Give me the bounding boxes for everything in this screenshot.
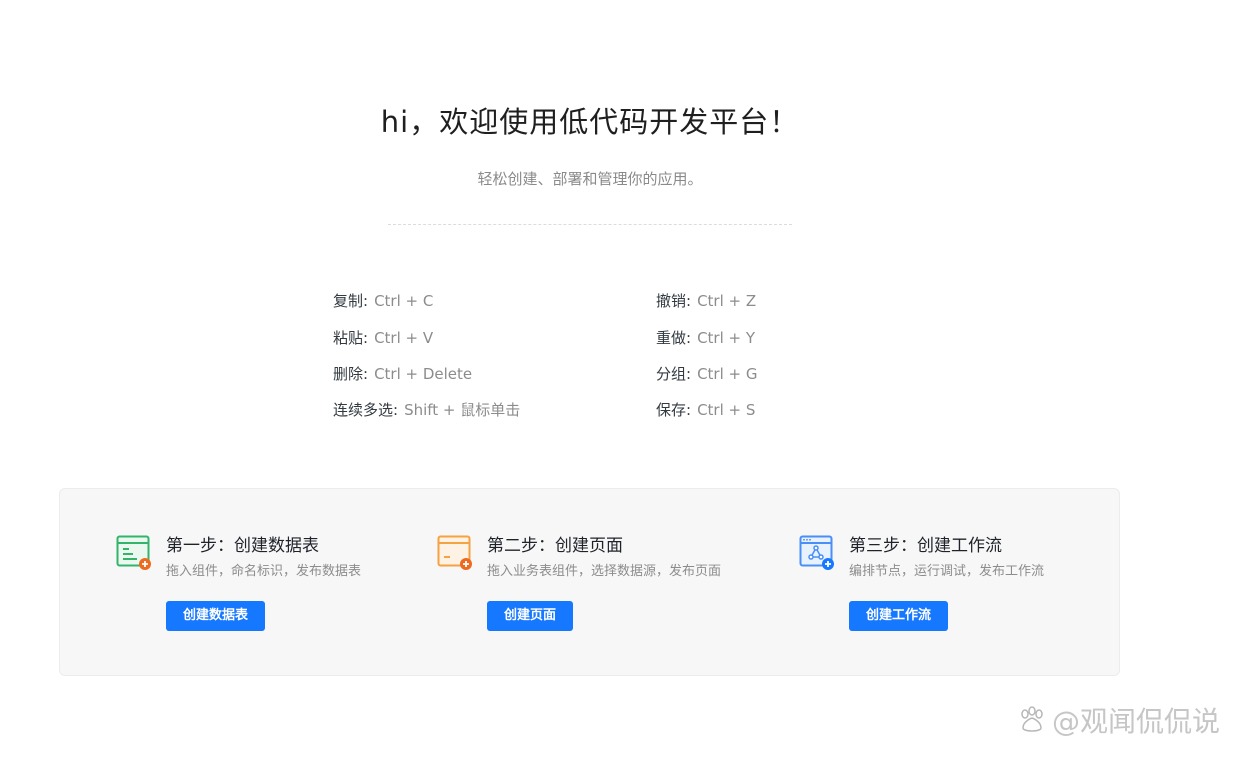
shortcut-label: 保存: [656, 401, 692, 419]
shortcut-keys: Shift + 鼠标单击 [404, 401, 521, 419]
step-text: 第一步：创建数据表 拖入组件，命名标识，发布数据表 [166, 533, 361, 581]
welcome-title: hi，欢迎使用低代码开发平台！ [380, 105, 800, 139]
divider [388, 224, 792, 225]
watermark-text: @观闻侃侃说 [1051, 705, 1220, 738]
shortcut-redo: 重做: Ctrl + Y [656, 327, 755, 349]
shortcut-delete: 删除: Ctrl + Delete [333, 363, 472, 385]
shortcut-label: 分组: [656, 365, 692, 383]
create-workflow-button[interactable]: 创建工作流 [849, 601, 949, 631]
shortcut-label: 重做: [656, 329, 692, 347]
welcome-section: hi，欢迎使用低代码开发平台！ 轻松创建、部署和管理你的应用。 [0, 100, 1180, 190]
create-page-button[interactable]: 创建页面 [487, 601, 574, 631]
step-text: 第三步：创建工作流 编排节点，运行调试，发布工作流 [849, 533, 1044, 581]
shortcut-label: 连续多选: [333, 401, 399, 419]
step-description: 编排节点，运行调试，发布工作流 [849, 564, 1045, 579]
step-title: 第三步：创建工作流 [849, 536, 1002, 556]
shortcut-undo: 撤销: Ctrl + Z [656, 290, 756, 312]
baidu-paw-icon [1021, 706, 1043, 732]
shortcut-label: 删除: [333, 365, 369, 383]
watermark: @观闻侃侃说 [1016, 700, 1220, 740]
shortcut-keys: Ctrl + Z [697, 292, 757, 310]
shortcut-keys: Ctrl + V [374, 329, 434, 347]
steps-panel: 第一步：创建数据表 拖入组件，命名标识，发布数据表 创建数据表 第二步：创建页面… [59, 488, 1120, 676]
page-add-icon [437, 535, 472, 570]
step-description: 拖入业务表组件，选择数据源，发布页面 [487, 564, 722, 579]
table-add-icon [116, 535, 151, 570]
shortcut-keys: Ctrl + G [697, 365, 758, 383]
shortcut-paste: 粘贴: Ctrl + V [333, 327, 433, 349]
shortcut-keys: Ctrl + C [374, 292, 434, 310]
shortcut-multi-select: 连续多选: Shift + 鼠标单击 [333, 399, 520, 421]
shortcut-copy: 复制: Ctrl + C [333, 290, 433, 312]
shortcut-keys: Ctrl + Delete [374, 365, 473, 383]
step-title: 第一步：创建数据表 [166, 536, 319, 556]
shortcut-label: 复制: [333, 292, 369, 310]
shortcut-save: 保存: Ctrl + S [656, 399, 755, 421]
shortcut-label: 撤销: [656, 292, 692, 310]
welcome-subtitle: 轻松创建、部署和管理你的应用。 [477, 170, 703, 188]
shortcut-group: 分组: Ctrl + G [656, 363, 757, 385]
shortcut-keys: Ctrl + Y [697, 329, 756, 347]
step-description: 拖入组件，命名标识，发布数据表 [166, 564, 362, 579]
step-text: 第二步：创建页面 拖入业务表组件，选择数据源，发布页面 [487, 533, 721, 581]
step-title: 第二步：创建页面 [487, 536, 623, 556]
workflow-add-icon [799, 535, 834, 570]
create-table-button[interactable]: 创建数据表 [166, 601, 266, 631]
shortcut-label: 粘贴: [333, 329, 369, 347]
shortcut-keys: Ctrl + S [697, 401, 756, 419]
